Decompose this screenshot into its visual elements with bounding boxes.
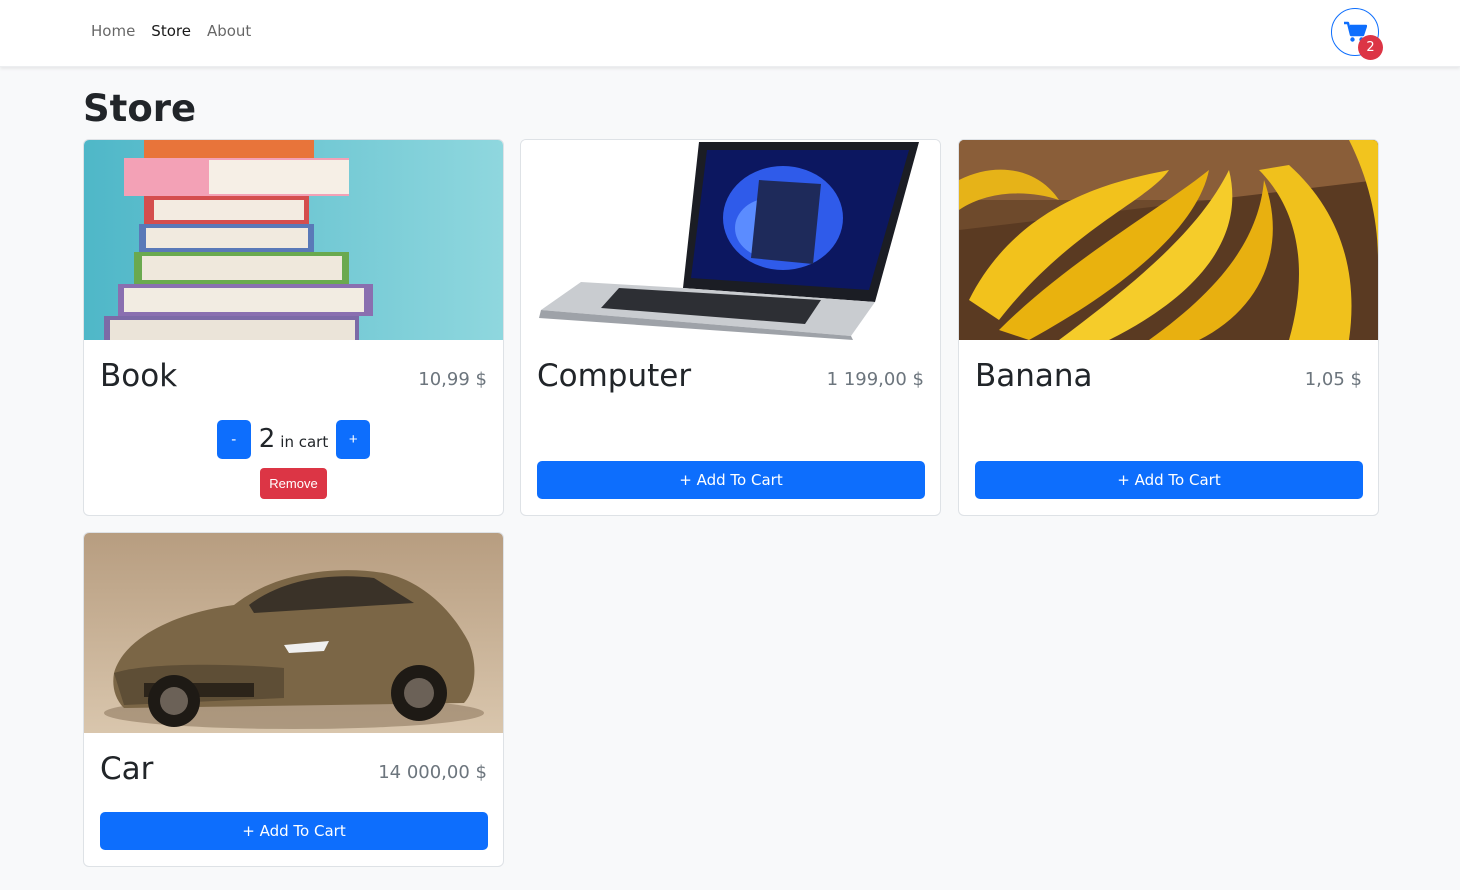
page-title: Store (83, 87, 197, 130)
product-price: 1 199,00 $ (826, 369, 924, 390)
computer-image (521, 140, 940, 340)
product-name: Banana (975, 358, 1093, 394)
cart-count-badge: 2 (1358, 35, 1383, 60)
quantity-controls: - 2 in cart + (84, 419, 503, 459)
product-card-banana: Banana 1,05 $ + Add To Cart (958, 139, 1379, 516)
nav-link-about[interactable]: About (207, 22, 251, 40)
nav-link-home[interactable]: Home (91, 22, 135, 40)
remove-button[interactable]: Remove (260, 468, 327, 499)
product-price: 10,99 $ (418, 369, 487, 390)
add-to-cart-button[interactable]: + Add To Cart (100, 812, 488, 850)
book-image (84, 140, 503, 340)
cart-button[interactable]: 2 (1331, 8, 1383, 60)
car-image (84, 533, 503, 733)
in-cart-label: in cart (280, 433, 329, 451)
add-to-cart-button[interactable]: + Add To Cart (975, 461, 1363, 499)
product-price: 1,05 $ (1304, 369, 1362, 390)
quantity-value: 2 (258, 424, 276, 454)
product-name: Car (100, 751, 154, 787)
nav-links: Home Store About (91, 22, 267, 40)
decrease-quantity-button[interactable]: - (216, 419, 251, 459)
navbar: Home Store About 2 (0, 0, 1460, 67)
nav-link-store[interactable]: Store (151, 22, 191, 40)
product-name: Computer (537, 358, 692, 394)
product-name: Book (100, 358, 178, 394)
banana-image (959, 140, 1378, 340)
product-card-car: Car 14 000,00 $ + Add To Cart (83, 532, 504, 867)
quantity-display: 2 in cart (259, 424, 328, 454)
product-price: 14 000,00 $ (378, 762, 487, 783)
product-card-computer: Computer 1 199,00 $ + Add To Cart (520, 139, 941, 516)
add-to-cart-button[interactable]: + Add To Cart (537, 461, 925, 499)
product-card-book: Book 10,99 $ - 2 in cart + Remove (83, 139, 504, 516)
increase-quantity-button[interactable]: + (336, 419, 371, 459)
